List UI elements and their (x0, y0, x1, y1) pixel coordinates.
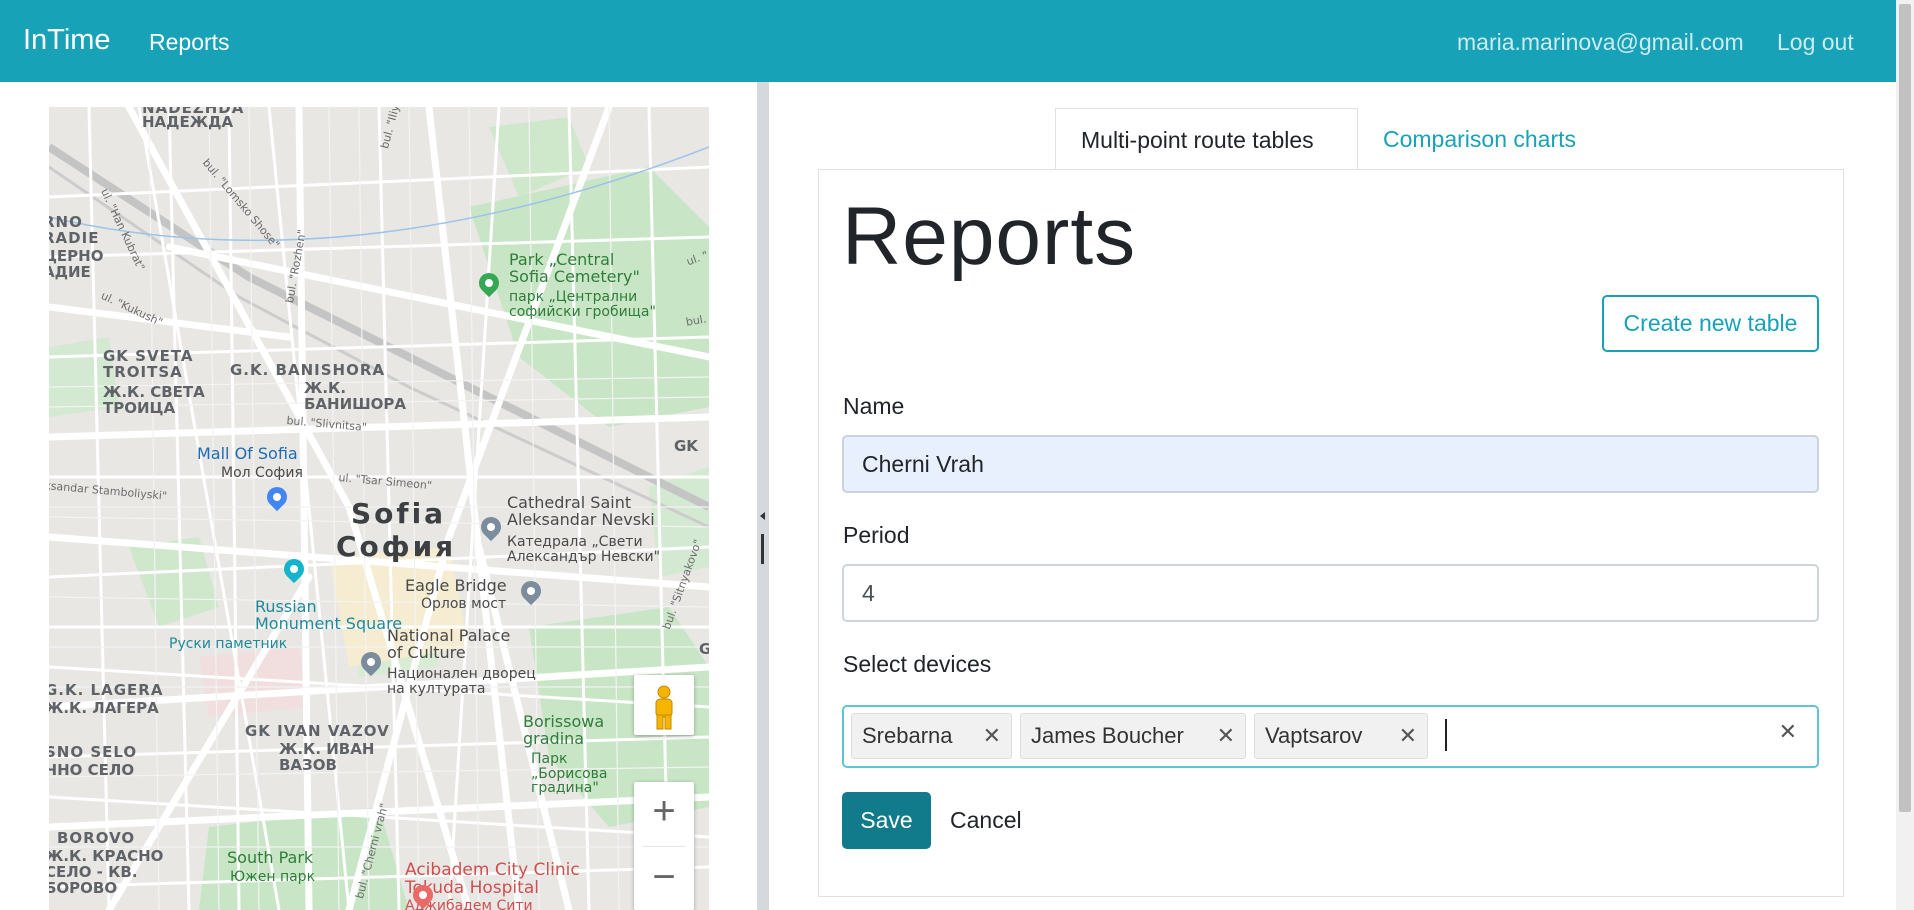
map-label-south-park: South Park (227, 848, 314, 867)
map-label-ivan-vazov: GK IVAN VAZOV (245, 722, 390, 740)
clear-all-icon[interactable]: ✕ (1779, 719, 1797, 745)
remove-chip-icon[interactable]: ✕ (983, 714, 1001, 758)
map-label-ndk: National Palace of Culture (387, 626, 511, 662)
map-label-cathedral: Cathedral Saint Aleksandar Nevski (507, 493, 655, 529)
map-zoom-control: + − (634, 782, 694, 910)
text-caret (1445, 719, 1447, 751)
map-label-nadezhda-bg: НАДЕЖДА (142, 113, 234, 131)
period-label: Period (843, 522, 910, 548)
map-label-ivan-vazov-bg: Ж.К. ИВАН ВАЗОВ (279, 740, 375, 774)
map-label-novo-selo: SNO SELO (49, 743, 138, 761)
create-new-table-button[interactable]: Create new table (1602, 295, 1819, 352)
map-label-banishora-bg: Ж.К. БАНИШОРА (304, 379, 407, 413)
map-label-ndk-bg: Национален дворец на културата (387, 666, 536, 697)
devices-multiselect[interactable]: Srebarna ✕ James Boucher ✕ Vaptsarov ✕ ✕ (842, 705, 1819, 768)
map-label-banishora: G.K. BANISHORA (230, 361, 385, 379)
cancel-button[interactable]: Cancel (950, 807, 1022, 834)
top-navbar: InTime Reports maria.marinova@gmail.com … (0, 0, 1896, 82)
map-label-park: Park „Central Sofia Cemetery" (509, 250, 640, 286)
tab-multi-point-route-tables[interactable]: Multi-point route tables (1055, 108, 1358, 170)
map-label-sveta-troitsa: GK SVETA TROITSA (103, 347, 194, 381)
map-label-lagera: G.K. LAGERA (49, 681, 164, 699)
scrollbar-thumb[interactable] (1899, 4, 1911, 812)
zoom-out-button[interactable]: − (634, 848, 694, 908)
tab-comparison-charts[interactable]: Comparison charts (1358, 108, 1638, 170)
device-chip: Vaptsarov ✕ (1254, 713, 1428, 759)
device-chip: Srebarna ✕ (851, 713, 1012, 759)
page-scrollbar[interactable] (1896, 0, 1914, 910)
street-view-pegman-icon[interactable] (634, 675, 694, 735)
select-devices-label: Select devices (843, 651, 992, 677)
map-label-lagera-bg: Ж.К. ЛАГЕРА (49, 699, 159, 717)
map-label-russian: Russian Monument Square (255, 597, 403, 633)
map-label-russian-bg: Руски паметник (169, 636, 288, 652)
map-label-borisova: Borissowa gradina (523, 712, 605, 748)
period-input[interactable]: 4 (842, 564, 1819, 622)
collapse-arrow-icon[interactable] (760, 512, 765, 520)
nav-reports-link[interactable]: Reports (149, 29, 230, 56)
remove-chip-icon[interactable]: ✕ (1217, 714, 1235, 758)
map-label-orno: RNO RADIE (49, 213, 100, 247)
logout-link[interactable]: Log out (1777, 29, 1854, 56)
user-email[interactable]: maria.marinova@gmail.com (1457, 29, 1744, 56)
map-label-mall: Mall Of Sofia (197, 444, 298, 463)
map-label-eagle: Eagle Bridge (405, 576, 507, 595)
device-chip: James Boucher ✕ (1020, 713, 1246, 759)
save-button[interactable]: Save (842, 792, 931, 849)
device-chip-label: James Boucher (1031, 723, 1184, 748)
panel-splitter[interactable] (757, 82, 769, 910)
map-label-g-edge: G (699, 640, 709, 658)
page-title: Reports (842, 191, 1137, 282)
name-label: Name (843, 393, 905, 419)
map-label-mall-bg: Мол София (221, 465, 303, 481)
zoom-divider (642, 846, 686, 847)
map-label-cathedral-bg: Катедрала „Свети Александър Невски" (507, 534, 661, 565)
map-label-borovo: BOROVO (57, 829, 136, 847)
map-label-eagle-bg: Орлов мост (421, 596, 507, 612)
map-view[interactable]: NADEZHDA НАДЕЖДА ul. "Han Kubrat" bul. "… (49, 107, 709, 910)
map-label-orno-bg: ЦЕРНО АДИЕ (49, 247, 104, 281)
map-label-city-bg: София (336, 530, 457, 563)
map-label-south-park-bg: Южен парк (230, 869, 316, 885)
map-label-gk: GK (674, 437, 698, 455)
map-label-city: Sofia (351, 497, 447, 530)
brand-logo[interactable]: InTime (23, 24, 111, 57)
map-label-novo-selo-bg: ЧНО СЕЛО (49, 761, 135, 779)
map-label-borisova-bg: Парк „Борисова градина" (531, 751, 608, 797)
map-label-park-bg: парк „Централни софийски гробища" (509, 289, 656, 320)
device-chip-label: Vaptsarov (1265, 723, 1363, 748)
map-label-borovo-bg: Ж.К. КРАСНО СЕЛО - КВ. БОРОВО (49, 847, 164, 897)
device-chip-label: Srebarna (862, 723, 953, 748)
zoom-in-button[interactable]: + (634, 782, 694, 842)
name-input[interactable]: Cherni Vrah (842, 435, 1819, 493)
remove-chip-icon[interactable]: ✕ (1399, 714, 1417, 758)
map-panel: NADEZHDA НАДЕЖДА ul. "Han Kubrat" bul. "… (0, 82, 757, 910)
map-label-sveta-troitsa-bg: Ж.К. СВЕТА ТРОИЦА (103, 383, 205, 417)
drag-handle-icon[interactable] (761, 534, 764, 564)
